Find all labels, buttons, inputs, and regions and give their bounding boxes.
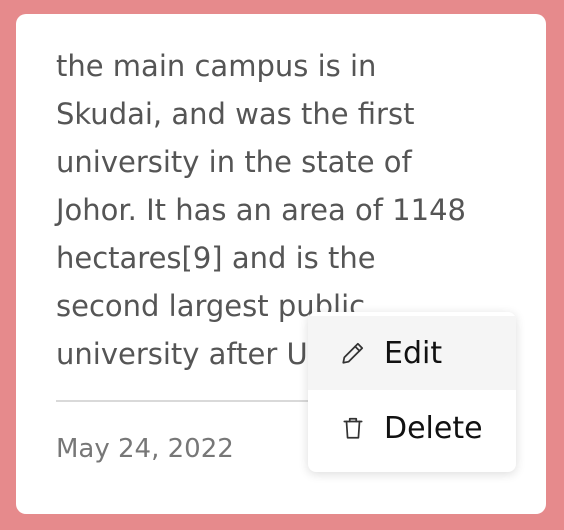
trash-icon	[340, 415, 366, 441]
delete-menu-item[interactable]: Delete	[308, 390, 516, 466]
divider	[56, 400, 346, 402]
context-menu: Edit Delete	[308, 312, 516, 472]
edit-menu-item[interactable]: Edit	[308, 316, 516, 390]
note-date: May 24, 2022	[56, 434, 234, 464]
note-line: the main campus is in	[56, 49, 377, 83]
pencil-icon	[340, 340, 366, 366]
note-line: university in the state of	[56, 145, 412, 179]
delete-label: Delete	[384, 410, 483, 446]
note-line: Skudai, and was the first	[56, 97, 415, 131]
edit-label: Edit	[384, 335, 443, 371]
note-line: Johor. It has an area of 1148	[56, 193, 466, 227]
note-line: hectares[9] and is the	[56, 241, 376, 275]
